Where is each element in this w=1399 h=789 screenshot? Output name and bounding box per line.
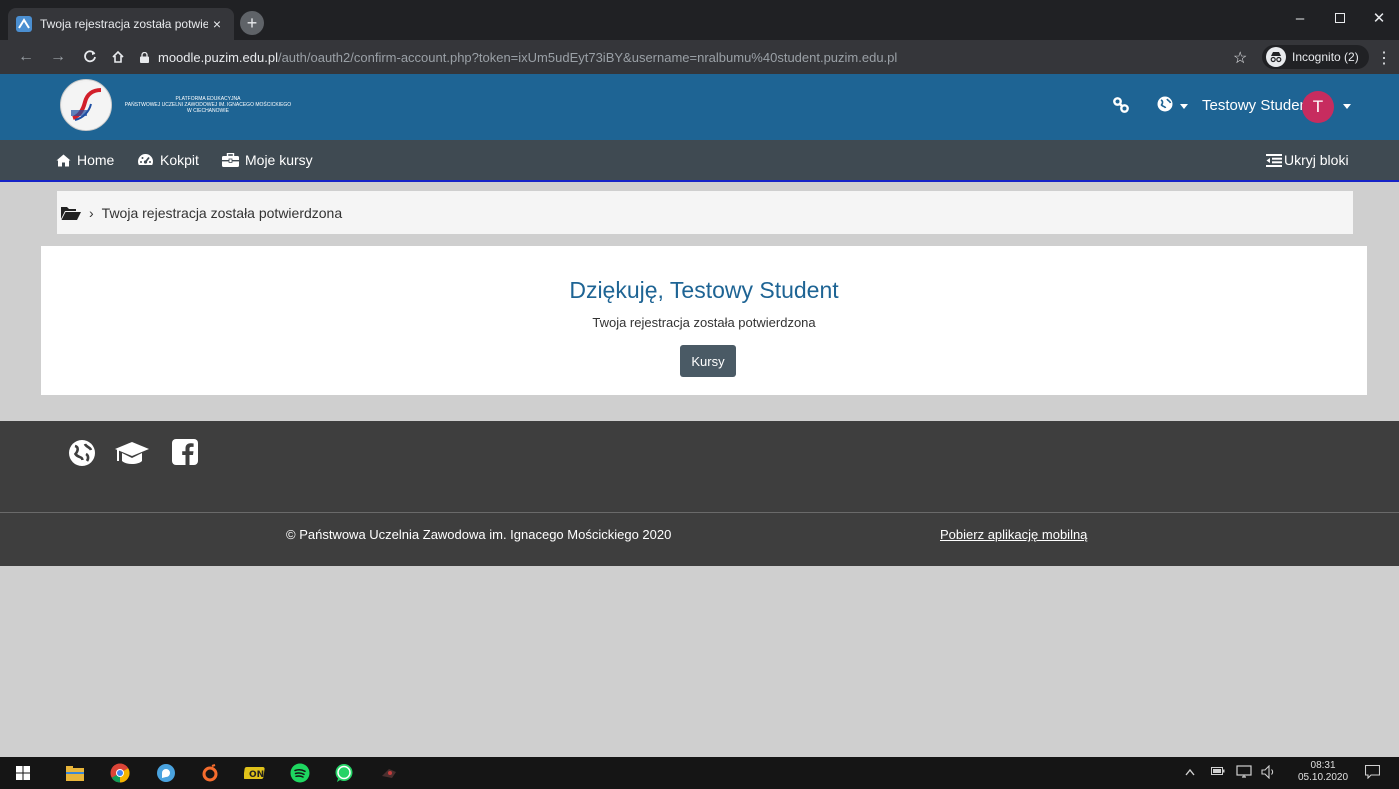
incognito-icon <box>1266 47 1286 67</box>
reload-icon[interactable] <box>80 47 100 67</box>
page-title: Dziękuję, Testowy Student <box>569 277 839 303</box>
battery-icon[interactable] <box>1211 765 1225 779</box>
briefcase-icon <box>222 153 239 167</box>
file-explorer-icon[interactable] <box>64 762 86 784</box>
website-globe-icon[interactable] <box>68 439 96 467</box>
tab-close-icon[interactable]: × <box>208 16 226 32</box>
outdent-icon <box>1266 153 1282 167</box>
breadcrumb-current: Twoja rejestracja została potwierdzona <box>101 204 343 221</box>
incognito-button[interactable]: Incognito (2) <box>1262 45 1369 69</box>
nav-my-courses[interactable]: Moje kursy <box>222 152 313 168</box>
mobile-app-link[interactable]: Pobierz aplikację mobilną <box>940 527 1087 542</box>
forward-icon[interactable]: → <box>48 47 68 67</box>
game-app-icon[interactable] <box>378 762 400 784</box>
lock-icon <box>140 51 150 63</box>
nav-home-label: Home <box>77 152 115 168</box>
nav-my-courses-label: Moje kursy <box>245 152 313 168</box>
hide-blocks-button[interactable]: Ukryj bloki <box>1266 152 1349 168</box>
nav-home[interactable]: Home <box>56 152 114 168</box>
browser-toolbar: ← → moodle.puzim.edu.pl/auth/oauth2/conf… <box>0 40 1399 74</box>
avatar[interactable]: T <box>1302 91 1334 123</box>
volume-icon[interactable] <box>1261 764 1277 782</box>
home-browser-icon[interactable] <box>108 47 128 67</box>
url-path: /auth/oauth2/confirm-account.php?token=i… <box>277 49 898 65</box>
nav-dashboard-label: Kokpit <box>160 152 199 168</box>
incognito-label: Incognito (2) <box>1292 50 1359 64</box>
on-app-icon[interactable]: ON <box>244 762 266 784</box>
folder-open-icon[interactable] <box>61 206 81 220</box>
link-icon[interactable] <box>1112 96 1130 119</box>
moodle-favicon-icon <box>16 16 32 32</box>
clock-date: 05.10.2020 <box>1298 772 1349 783</box>
university-logo-icon <box>60 79 112 131</box>
clock-time: 08:31 <box>1310 760 1336 771</box>
dashboard-icon <box>137 153 154 168</box>
system-clock[interactable]: 08:31 05.10.2020 <box>1298 760 1348 784</box>
language-caret-icon[interactable] <box>1180 104 1188 109</box>
site-logo[interactable]: PLATFORMA EDUKACYJNA PAŃSTWOWEJ UCZELNI … <box>60 79 310 131</box>
bookmark-star-icon[interactable]: ☆ <box>1233 48 1247 68</box>
site-header: PLATFORMA EDUKACYJNA PAŃSTWOWEJ UCZELNI … <box>0 74 1399 140</box>
windows-start-icon[interactable] <box>12 762 34 784</box>
graduation-cap-icon[interactable] <box>114 439 150 467</box>
breadcrumb-separator: › <box>89 204 94 221</box>
close-window-icon[interactable]: ✕ <box>1359 0 1399 36</box>
facebook-icon[interactable] <box>172 439 198 465</box>
back-icon[interactable]: ← <box>16 47 36 67</box>
url-text: moodle.puzim.edu.pl/auth/oauth2/confirm-… <box>158 50 897 65</box>
nav-dashboard[interactable]: Kokpit <box>137 152 199 168</box>
footer-divider <box>0 512 1399 513</box>
browser-tab[interactable]: Twoja rejestracja została potwierd × <box>8 8 234 40</box>
primary-navbar: Home Kokpit Moje kursy Ukryj bloki <box>0 140 1399 182</box>
confirmation-card: Dziękuję, Testowy Student Twoja rejestra… <box>41 246 1367 395</box>
chrome-icon[interactable] <box>109 762 131 784</box>
address-bar[interactable]: moodle.puzim.edu.pl/auth/oauth2/confirm-… <box>140 44 1220 70</box>
site-footer: © Państwowa Uczelnia Zawodowa im. Ignace… <box>0 421 1399 566</box>
svg-text:ON: ON <box>249 770 264 780</box>
confirmation-message: Twoja rejestracja została potwierdzona <box>592 315 816 330</box>
minimize-icon[interactable]: – <box>1280 0 1320 36</box>
new-tab-button[interactable]: + <box>240 11 264 35</box>
logo-text: PLATFORMA EDUKACYJNA PAŃSTWOWEJ UCZELNI … <box>118 96 298 114</box>
user-name[interactable]: Testowy Student <box>1202 97 1312 114</box>
spotify-icon[interactable] <box>289 762 311 784</box>
whatsapp-icon[interactable] <box>333 762 355 784</box>
url-host: moodle.puzim.edu.pl <box>158 49 278 65</box>
network-icon[interactable] <box>1236 765 1252 782</box>
language-globe-icon[interactable] <box>1157 96 1173 117</box>
hide-blocks-label: Ukryj bloki <box>1284 152 1349 168</box>
breadcrumb: › Twoja rejestracja została potwierdzona <box>57 191 1353 234</box>
windows-taskbar: ON 08:31 05.10.2020 <box>0 757 1399 789</box>
footer-copyright: © Państwowa Uczelnia Zawodowa im. Ignace… <box>286 527 672 542</box>
browser-tabstrip: Twoja rejestracja została potwierd × + –… <box>0 0 1399 40</box>
home-icon <box>56 154 71 167</box>
notifications-icon[interactable] <box>1364 764 1381 782</box>
tray-chevron-icon[interactable] <box>1185 765 1195 779</box>
signal-app-icon[interactable] <box>155 762 177 784</box>
browser-menu-icon[interactable]: ⋮ <box>1376 48 1392 68</box>
origin-icon[interactable] <box>199 762 221 784</box>
user-menu-caret-icon[interactable] <box>1343 104 1351 109</box>
courses-button[interactable]: Kursy <box>680 345 736 377</box>
logo-line-3: W CIECHANOWIE <box>187 108 229 114</box>
maximize-icon[interactable] <box>1320 0 1360 36</box>
tab-title: Twoja rejestracja została potwierd <box>40 17 208 31</box>
